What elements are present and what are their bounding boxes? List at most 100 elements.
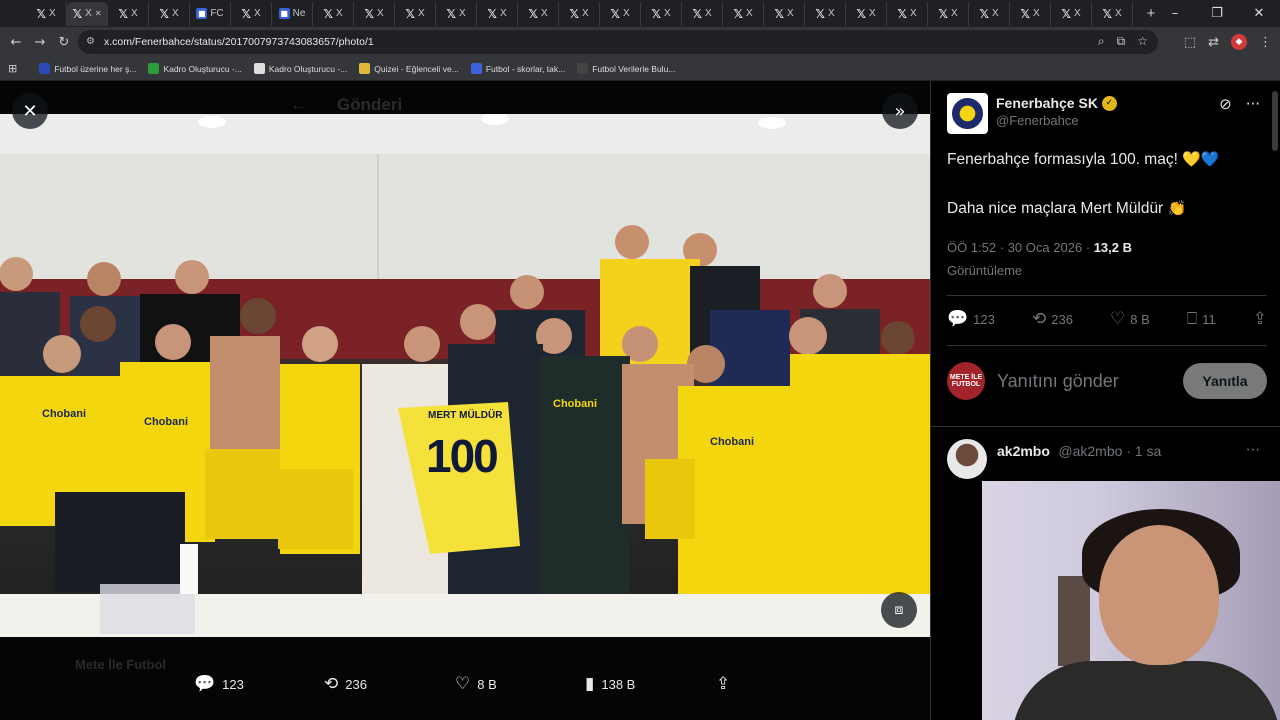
bookmark-item[interactable]: Kadro Oluşturucu -... [148,63,242,74]
avatar[interactable] [947,439,987,479]
minimize-icon[interactable]: – [1154,0,1196,27]
browser-tab[interactable]: 𝕏X [600,1,641,26]
browser-tab[interactable]: 𝕏X [518,1,559,26]
author-name[interactable]: Fenerbahçe SK ✓ [996,95,1117,111]
browser-tab[interactable]: 𝕏X [313,1,354,26]
browser-tab[interactable]: 𝕏 X ✕ [67,1,108,26]
tab-label: X [377,8,384,19]
bookmark-item[interactable]: Kadro Oluşturucu -... [253,63,347,74]
repost-stat[interactable]: ⟲ 236 [1032,309,1073,329]
hearts-emoji: 💛💙 [1182,150,1220,168]
bookmark-item[interactable]: Futbol - skorlar, tak... [470,63,565,74]
reply-stat[interactable]: 💬 123 [947,309,995,329]
tab-label: X [500,8,507,19]
browser-tab[interactable]: 𝕏X [1010,1,1051,26]
streamer-shirt [1012,661,1280,720]
x-logo-icon: 𝕏 [897,6,907,21]
browser-tab[interactable]: 𝕏X [641,1,682,26]
browser-tab[interactable]: 𝕏X [1092,1,1133,26]
grok-image-button[interactable]: ⧈ [881,592,917,628]
translate-icon[interactable]: ⇄ [1208,35,1219,50]
reply-author-name[interactable]: ak2mbo [997,443,1050,459]
menu-icon[interactable]: ⋮ [1259,35,1272,50]
extensions-icon[interactable]: ⬚ [1184,35,1196,50]
tweet-stats: 💬 123 ⟲ 236 ♡ 8 B ⎕ 11 ⇪ [947,309,1267,329]
browser-tab[interactable]: ■ Ne [272,1,313,26]
close-window-icon[interactable]: ✕ [1238,0,1280,27]
browser-tab[interactable]: 𝕏X [26,1,67,26]
tab-label: X [787,8,794,19]
zoom-icon[interactable]: ⌕ [1098,34,1105,49]
address-bar[interactable]: ⚙ x.com/Fenerbahce/status/20170079737430… [78,30,1158,54]
browser-tab[interactable]: 𝕏X [231,1,272,26]
bookmark-favicon-icon [148,63,160,74]
site-info-icon[interactable]: ⚙ [86,36,98,48]
browser-tab[interactable]: 𝕏X [764,1,805,26]
sponsor-text: Chobani [144,416,188,428]
heart-icon: ♡ [455,674,471,694]
share-icon: ⇪ [716,674,731,694]
tab-label: X [459,8,466,19]
bookmark-stat[interactable]: ⎕ 11 [1187,309,1216,329]
reply-input[interactable]: Yanıtını gönder [997,371,1119,392]
share-action[interactable]: ⇪ [716,674,730,694]
team-photo[interactable]: Chobani Chobani Chobani Chobani MERT MÜL… [0,114,930,637]
tab-strip: 𝕏 X 𝕏 X ✕ 𝕏 X 𝕏 X ■ FC 𝕏 X ■ Ne 𝕏 X 𝕏 X 𝕏 X 𝕏 X 𝕏 X 𝕏 X 𝕏 X 𝕏 X 𝕏 X 𝕏 X 𝕏 X 𝕏… [0,0,1280,27]
repost-action[interactable]: ⟲ 236 [324,674,367,694]
browser-tab[interactable]: 𝕏X [682,1,723,26]
tab-label: X [418,8,425,19]
tweet-time[interactable]: ÖÖ 1:52 · 30 Oca 2026 · [947,240,1094,255]
browser-tab[interactable]: ■ FC [190,1,231,26]
browser-tab[interactable]: 𝕏X [928,1,969,26]
toggle-panel-button[interactable]: » [882,93,918,129]
browser-tab[interactable]: 𝕏X [887,1,928,26]
reload-icon[interactable]: ↻ [52,30,76,54]
browser-tab[interactable]: 𝕏X [354,1,395,26]
close-viewer-button[interactable]: ✕ [12,93,48,129]
back-icon[interactable]: ← [4,30,28,54]
avatar[interactable] [947,93,988,134]
tab-label: X [541,8,548,19]
bookmark-star-icon[interactable]: ☆ [1137,34,1148,49]
more-icon[interactable]: ··· [1246,441,1260,459]
forward-icon[interactable]: → [28,30,52,54]
tab-label: X [1115,8,1122,19]
browser-tab[interactable]: 𝕏X [723,1,764,26]
scrollbar[interactable] [1272,91,1278,151]
grok-icon[interactable]: ⊘ [1219,95,1232,113]
bookmark-item[interactable]: Quizei - Eğlenceli ve... [359,63,459,74]
tweet-author[interactable]: Fenerbahçe SK ✓ @Fenerbahce [947,93,1117,134]
browser-toolbar: ← → ↻ ⚙ x.com/Fenerbahce/status/20170079… [0,27,1280,57]
reply-button[interactable]: Yanıtla [1183,363,1267,399]
install-icon[interactable]: ⧉ [1117,34,1126,49]
like-stat[interactable]: ♡ 8 B [1110,309,1150,329]
browser-tab[interactable]: 𝕏X [436,1,477,26]
x-logo-icon: 𝕏 [487,6,497,21]
bookmark-item[interactable]: Futbol Verilerle Bulu... [577,63,675,74]
bookmark-favicon-icon [359,63,371,74]
reply-count: 123 [222,676,244,692]
author-handle[interactable]: @Fenerbahce [996,113,1117,128]
browser-tab[interactable]: 𝕏X [477,1,518,26]
browser-tab[interactable]: 𝕏X [149,1,190,26]
bookmark-item[interactable]: Futbol üzerine her ş... [39,63,136,74]
browser-tab[interactable]: 𝕏X [395,1,436,26]
browser-tab[interactable]: 𝕏X [969,1,1010,26]
like-count: 8 B [1130,311,1150,327]
browser-tab[interactable]: 𝕏X [805,1,846,26]
extension-shield-icon[interactable]: ◆ [1231,34,1247,50]
browser-tab[interactable]: 𝕏X [1051,1,1092,26]
more-icon[interactable]: ··· [1246,95,1260,113]
share-stat[interactable]: ⇪ [1253,309,1267,329]
close-tab-icon[interactable]: ✕ [95,9,102,18]
browser-tab[interactable]: 𝕏X [559,1,600,26]
maximize-icon[interactable]: ❐ [1196,0,1238,27]
reply-action[interactable]: 💬 123 [194,674,244,694]
display-name: Fenerbahçe SK [996,95,1098,111]
browser-tab[interactable]: 𝕏X [108,1,149,26]
views-action[interactable]: ▮ 138 B [585,674,635,694]
like-action[interactable]: ♡ 8 B [455,674,497,694]
reply-item[interactable]: ak2mbo @ak2mbo · 1 sa [947,439,1267,479]
apps-grid-icon[interactable]: ⊞ [8,62,17,75]
browser-tab[interactable]: 𝕏X [846,1,887,26]
